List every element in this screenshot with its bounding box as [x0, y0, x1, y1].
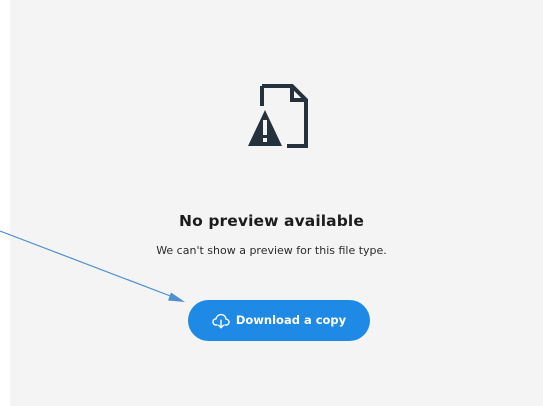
download-button-label: Download a copy	[235, 313, 347, 327]
page: No preview available We can't show a pre…	[0, 0, 543, 406]
download-copy-button[interactable]: Download a copy	[188, 300, 370, 341]
no-preview-title: No preview available	[179, 212, 364, 230]
cloud-download-icon	[212, 313, 230, 328]
file-warning-icon	[248, 84, 308, 148]
file-preview-panel	[10, 0, 543, 406]
no-preview-message: We can't show a preview for this file ty…	[156, 244, 387, 257]
